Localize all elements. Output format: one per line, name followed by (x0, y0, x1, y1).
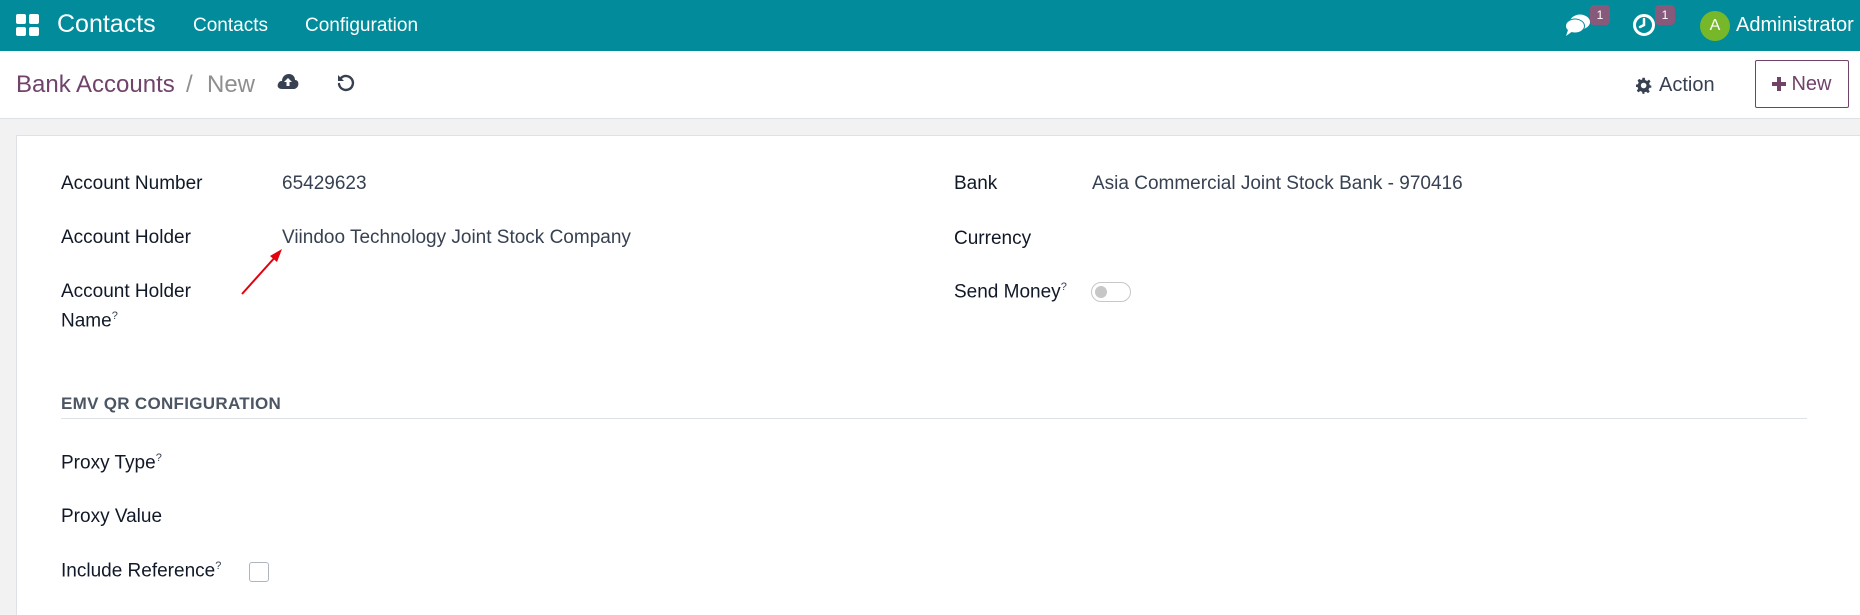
messages-count-badge: 1 (1590, 5, 1610, 25)
form-sheet: Account Number 65429623 Account Holder V… (16, 135, 1860, 615)
plus-icon (1772, 77, 1787, 91)
send-money-toggle[interactable] (1091, 282, 1131, 302)
account-holder-name-field[interactable] (282, 281, 882, 305)
proxy-value-field[interactable] (282, 506, 882, 530)
account-holder-name-label-line1: Account Holder (61, 281, 191, 302)
activities-clock-icon[interactable] (1632, 13, 1656, 42)
bank-field[interactable]: Asia Commercial Joint Stock Bank - 97041… (1092, 173, 1463, 195)
send-money-label-text: Send Money (954, 281, 1061, 303)
menu-item-contacts[interactable]: Contacts (193, 15, 268, 37)
account-number-label: Account Number (61, 173, 203, 194)
proxy-type-label: Proxy Type? (61, 452, 162, 474)
activities-count-badge: 1 (1655, 5, 1675, 25)
control-panel: Bank Accounts / New Action New (0, 51, 1860, 119)
help-tooltip-icon[interactable]: ? (215, 560, 221, 572)
bank-label: Bank (954, 173, 998, 194)
proxy-type-field[interactable] (282, 452, 882, 476)
emv-qr-section-title: EMV QR CONFIGURATION (61, 394, 282, 413)
account-number-field[interactable]: 65429623 (282, 173, 367, 195)
account-holder-label: Account Holder (61, 227, 191, 248)
breadcrumb-bank-accounts[interactable]: Bank Accounts (16, 71, 175, 99)
account-holder-name-label-cont: Name? (61, 310, 118, 332)
help-tooltip-icon[interactable]: ? (1061, 281, 1067, 293)
account-holder-name-label: Account Holder (61, 281, 191, 303)
new-label: New (1791, 72, 1832, 95)
user-name[interactable]: Administrator (1736, 14, 1854, 37)
menu-item-configuration[interactable]: Configuration (305, 15, 418, 37)
breadcrumb-separator: / (186, 71, 193, 98)
action-button[interactable]: Action (1636, 74, 1715, 97)
proxy-value-label: Proxy Value (61, 506, 163, 527)
action-label: Action (1659, 74, 1715, 96)
include-reference-label-text: Include Reference (61, 560, 216, 582)
discard-undo-icon[interactable] (336, 73, 356, 98)
new-button[interactable]: New (1755, 60, 1849, 108)
top-navbar: Contacts Contacts Configuration 1 1 A Ad… (0, 0, 1860, 51)
toggle-knob (1095, 286, 1107, 298)
currency-label: Currency (954, 228, 1032, 249)
gear-icon (1636, 77, 1652, 94)
user-avatar[interactable]: A (1700, 11, 1730, 41)
currency-field[interactable] (1092, 228, 1692, 252)
app-name[interactable]: Contacts (57, 10, 156, 39)
account-holder-field[interactable]: Viindoo Technology Joint Stock Company (282, 227, 631, 249)
account-holder-name-label-line2: Name (61, 310, 112, 332)
messages-icon[interactable] (1564, 12, 1592, 43)
help-tooltip-icon[interactable]: ? (112, 310, 118, 322)
include-reference-label: Include Reference? (61, 560, 221, 582)
section-divider (61, 418, 1807, 419)
app-menu-grid-icon[interactable] (16, 14, 40, 36)
send-money-label: Send Money? (954, 281, 1067, 303)
help-tooltip-icon[interactable]: ? (156, 452, 162, 464)
save-cloud-upload-icon[interactable] (277, 73, 299, 96)
breadcrumb-current: New (207, 71, 256, 98)
include-reference-checkbox[interactable] (249, 562, 269, 582)
proxy-type-label-text: Proxy Type (61, 452, 156, 474)
